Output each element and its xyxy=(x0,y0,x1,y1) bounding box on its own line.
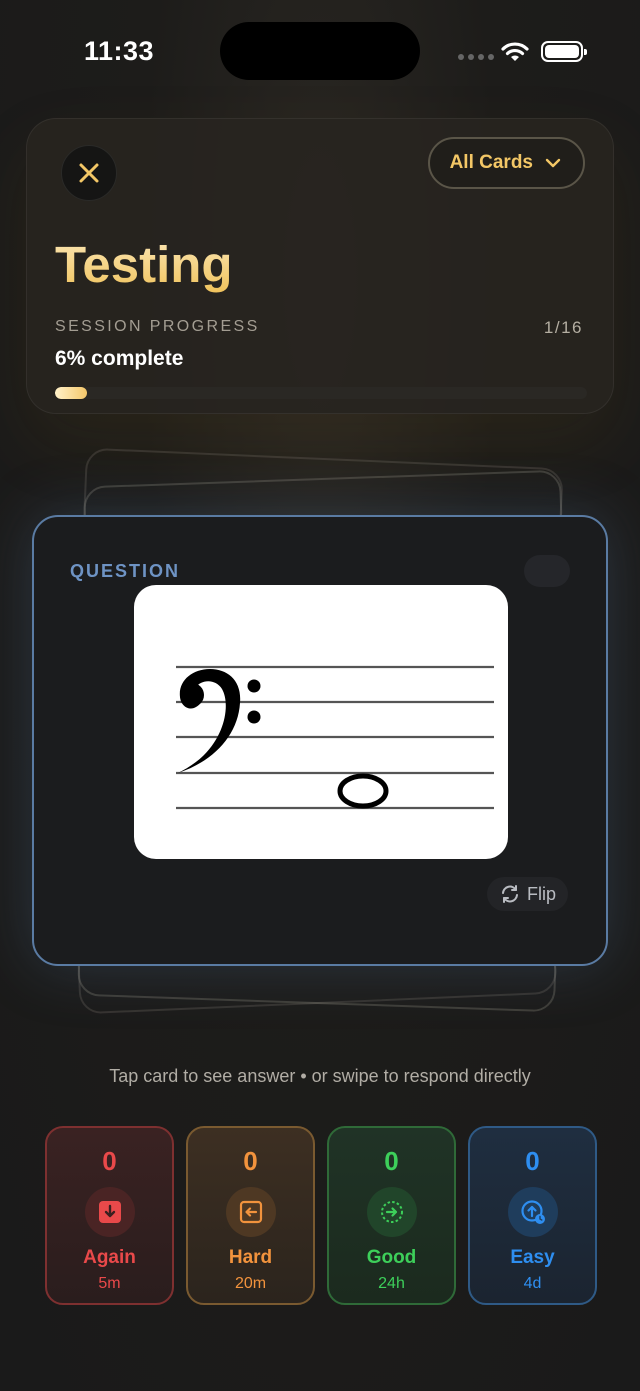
battery-icon xyxy=(541,41,587,62)
hard-button[interactable]: 0 Hard 20m xyxy=(186,1126,315,1305)
card-image-bass-clef xyxy=(134,585,508,859)
good-button[interactable]: 0 Good 24h xyxy=(327,1126,456,1305)
flip-label: Flip xyxy=(526,883,556,904)
progress-bar xyxy=(55,387,587,399)
card-side-label: QUESTION xyxy=(70,561,181,581)
wifi-icon xyxy=(501,42,529,61)
easy-interval: 4d xyxy=(523,1275,542,1292)
card-filter-label: All Cards xyxy=(449,152,533,173)
progress-text: 6% complete xyxy=(55,347,184,370)
answer-buttons: 0 Again 5m 0 Hard 20m 0 Good 24h 0 Easy … xyxy=(45,1126,597,1305)
card-indicator-pill xyxy=(524,555,570,587)
good-count: 0 xyxy=(384,1146,399,1176)
dynamic-island xyxy=(220,22,420,80)
flash-card[interactable]: QUESTION Flip xyxy=(32,515,608,966)
hard-label: Hard xyxy=(228,1247,273,1268)
status-time: 11:33 xyxy=(84,36,155,66)
close-icon xyxy=(79,163,99,183)
close-button[interactable] xyxy=(61,145,117,201)
good-interval: 24h xyxy=(378,1275,405,1292)
easy-count: 0 xyxy=(525,1146,540,1176)
arrow-left-box-icon xyxy=(239,1200,262,1224)
arrow-up-circle-icon xyxy=(520,1200,545,1224)
progress-fill xyxy=(55,387,87,399)
arrow-down-icon xyxy=(98,1201,121,1223)
chevron-down-icon xyxy=(545,158,561,168)
again-button[interactable]: 0 Again 5m xyxy=(45,1126,174,1305)
page-title: Testing xyxy=(55,236,233,293)
easy-label: Easy xyxy=(510,1247,555,1268)
hard-count: 0 xyxy=(243,1146,258,1176)
card-filter-dropdown[interactable]: All Cards xyxy=(427,137,585,189)
progress-count: 1/16 xyxy=(543,318,583,337)
flip-button[interactable]: Flip xyxy=(486,877,568,911)
flip-icon xyxy=(501,885,518,903)
cellular-signal-icon xyxy=(458,54,494,60)
easy-button[interactable]: 0 Easy 4d xyxy=(468,1126,597,1305)
session-header: All Cards Testing SESSION PROGRESS 1/16 … xyxy=(26,118,614,414)
again-label: Again xyxy=(83,1247,136,1268)
arrow-right-circle-icon xyxy=(380,1201,403,1223)
again-count: 0 xyxy=(102,1146,117,1176)
progress-label: SESSION PROGRESS xyxy=(55,318,260,335)
bass-clef-staff-image xyxy=(176,665,494,810)
gesture-hint: Tap card to see answer • or swipe to res… xyxy=(109,1066,531,1086)
good-label: Good xyxy=(366,1247,417,1268)
hard-interval: 20m xyxy=(234,1275,267,1292)
again-interval: 5m xyxy=(98,1275,121,1292)
